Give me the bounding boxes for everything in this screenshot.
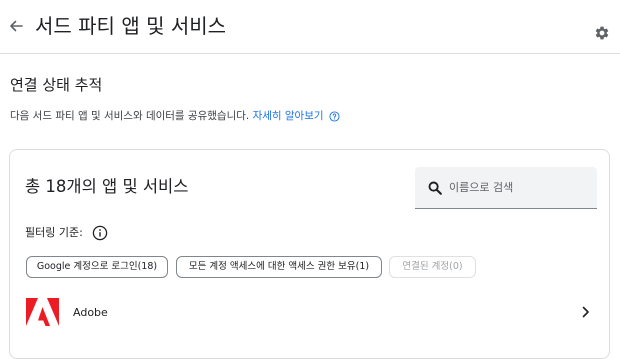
settings-gear-icon[interactable] — [594, 25, 610, 41]
filter-label: 필터링 기준: — [25, 226, 83, 239]
section-description: 다음 서드 파티 앱 및 서비스와 데이터를 공유했습니다. 자세히 알아보기 — [10, 108, 340, 124]
app-row-adobe[interactable]: Adobe — [10, 295, 609, 335]
chevron-right-icon — [582, 306, 589, 318]
help-circle-icon[interactable] — [329, 110, 340, 122]
search-placeholder: 이름으로 검색 — [449, 181, 514, 194]
section-title: 연결 상태 추적 — [10, 76, 103, 94]
page-title: 서드 파티 앱 및 서비스 — [35, 14, 227, 38]
apps-card: 총 18개의 앱 및 서비스 이름으로 검색 필터링 기준: Google 계정… — [9, 149, 610, 359]
search-input[interactable]: 이름으로 검색 — [415, 167, 597, 209]
back-arrow-icon[interactable] — [8, 18, 24, 34]
search-icon — [428, 181, 442, 195]
chip-linked-accounts: 연결된 계정(0) — [389, 256, 476, 278]
page-header: 서드 파티 앱 및 서비스 — [0, 0, 620, 54]
chip-full-account-access[interactable]: 모든 계정 액세스에 대한 액세스 권한 보유(1) — [176, 256, 382, 278]
adobe-logo-icon — [26, 298, 59, 326]
apps-count-label: 총 18개의 앱 및 서비스 — [25, 177, 189, 196]
learn-more-link[interactable]: 자세히 알아보기 — [253, 110, 324, 122]
chip-google-sign-in[interactable]: Google 계정으로 로그인(18) — [26, 256, 168, 278]
info-icon[interactable] — [92, 225, 108, 241]
description-text: 다음 서드 파티 앱 및 서비스와 데이터를 공유했습니다. — [10, 110, 250, 122]
app-name: Adobe — [73, 306, 108, 319]
